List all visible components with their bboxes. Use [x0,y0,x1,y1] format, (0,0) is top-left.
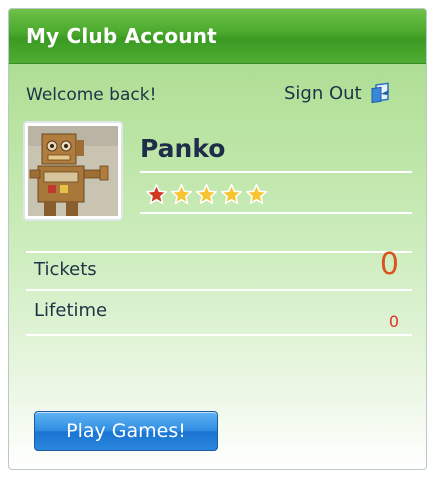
name-divider [140,171,412,173]
star-icon [195,183,218,205]
user-name: Panko [140,134,226,163]
star-icon [220,183,243,205]
play-games-button[interactable]: Play Games! [34,411,218,451]
sign-out-label: Sign Out [284,82,362,104]
stat-value-lifetime: 0 [388,312,399,331]
user-avatar [23,121,123,221]
star-icon [145,183,168,205]
robot-avatar-icon [28,126,118,216]
panel-title: My Club Account [26,24,217,48]
sign-out-link[interactable]: Sign Out [284,82,391,104]
welcome-message: Welcome back! [26,85,157,105]
stats-mid-divider [26,289,412,291]
panel-header: My Club Account [9,9,426,64]
stats-bottom-divider [26,334,412,336]
stat-value-tickets: 0 [379,247,399,282]
sign-out-icon [369,82,391,104]
stats-top-divider [26,251,412,253]
star-icon [245,183,268,205]
stat-label-lifetime: Lifetime [34,300,108,321]
club-account-panel: My Club Account Welcome back! Sign Out P… [8,8,427,470]
rating-stars [145,183,270,206]
star-icon [170,183,193,205]
stat-label-tickets: Tickets [34,259,97,280]
rating-divider [140,212,412,214]
